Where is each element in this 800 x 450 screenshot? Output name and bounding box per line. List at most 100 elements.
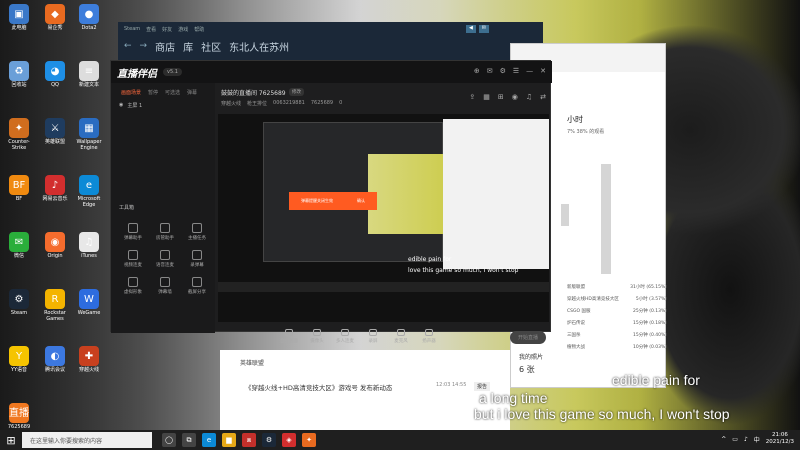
desktop-icon[interactable]: e Microsoft Edge — [72, 175, 106, 208]
desktop-icon[interactable]: ⚙ Steam — [2, 289, 36, 317]
minimize-icon[interactable]: — — [526, 67, 533, 75]
bell-icon[interactable]: ♫ — [526, 93, 532, 101]
desktop-icon[interactable]: W WeGame — [72, 289, 106, 317]
ime-icon[interactable]: 中 — [754, 435, 760, 444]
version-badge[interactable]: v5.1 — [163, 68, 182, 76]
tab-danmaku[interactable]: 弹幕 — [187, 89, 197, 96]
record-button[interactable]: 录屏 — [361, 327, 385, 353]
stats-row[interactable]: 植物大战 10分钟 (0.03%) — [567, 344, 667, 356]
tool-item[interactable]: 语音连麦 — [149, 250, 181, 268]
steam-menu-item[interactable]: 查看 — [146, 26, 156, 33]
taskbar-app-icon[interactable]: ⧈ — [242, 433, 256, 447]
swap-icon[interactable]: ⇄ — [540, 93, 546, 101]
stats-row[interactable]: 三国杀 15分钟 (0.40%) — [567, 332, 667, 344]
tool-item[interactable]: 截屏分享 — [181, 277, 213, 295]
stats-row[interactable]: 炉石传说 15分钟 (0.18%) — [567, 320, 667, 332]
feed-post[interactable]: 《穿越火线+HD高清竞技大区》游戏号 发布新动态 — [245, 382, 392, 392]
desktop-icon[interactable]: 直播 7625689 — [2, 403, 36, 431]
layout-icon[interactable]: ▦ — [483, 93, 490, 101]
taskbar-search-input[interactable]: 在这里输入你要搜索的内容 — [22, 432, 152, 448]
back-arrow-icon[interactable]: ← — [124, 41, 132, 51]
desktop-icon[interactable]: ♫ iTunes — [72, 232, 106, 260]
eye-icon[interactable]: ◉ — [119, 102, 123, 109]
tray-expand-icon[interactable]: ^ — [721, 436, 726, 443]
steam-username[interactable]: 东北人在苏州 — [229, 39, 289, 54]
desktop-icon[interactable]: ≡ 新建文本 — [72, 61, 106, 89]
microphone-button[interactable]: 麦克风 — [389, 327, 413, 353]
desktop-icon[interactable]: ▣ 此电脑 — [2, 4, 36, 32]
avatar-icon[interactable]: ⊕ — [474, 67, 480, 75]
steam-menu-item[interactable]: Steam — [124, 26, 140, 32]
camera-button[interactable]: 摄像头 — [305, 327, 329, 353]
windows-start-icon[interactable]: ⊞ — [0, 430, 22, 450]
desktop-icon[interactable]: ◉ Origin — [38, 232, 72, 260]
desktop-icon[interactable]: ♪ 网易云音乐 — [38, 175, 72, 203]
desktop-icon[interactable]: ✉ 微信 — [2, 232, 36, 260]
taskbar-app-icon[interactable]: ◯ — [162, 433, 176, 447]
volume-icon[interactable]: ♪ — [744, 436, 748, 443]
desktop-icon[interactable]: ◕ QQ — [38, 61, 72, 89]
tab-pause[interactable]: 暂停 — [148, 89, 158, 96]
steam-menu-item[interactable]: 帮助 — [194, 26, 204, 33]
stream-preview[interactable]: 弹幕提醒关闭生效 确认 edible pain for love this ga… — [218, 114, 549, 322]
desktop-icon[interactable]: ✦ Counter-Strike — [2, 118, 36, 151]
tool-item[interactable]: 弹幕墙 — [149, 277, 181, 295]
desktop-icon[interactable]: ⚔ 英雄联盟 — [38, 118, 72, 146]
start-live-button[interactable]: 开始直播 — [510, 331, 546, 344]
menu-icon[interactable]: ☰ — [513, 67, 519, 75]
share-icon[interactable]: ⇪ — [469, 93, 475, 101]
taskbar-app-icon[interactable]: ⚙ — [262, 433, 276, 447]
tab-scene[interactable]: 画面场景 — [121, 89, 141, 96]
tool-item[interactable]: 视频连麦 — [117, 250, 149, 268]
desktop-icon[interactable]: Y YY语音 — [2, 346, 36, 374]
stats-row[interactable]: 穿越火线HD高清竞技大区 5小时 (3.57%) — [567, 296, 667, 308]
tab-optional[interactable]: 可选选 — [165, 89, 180, 96]
live-screen-button[interactable]: 直播画面 — [277, 327, 301, 353]
desktop-icon[interactable]: ✚ 穿越火线 — [72, 346, 106, 374]
close-icon[interactable]: ✕ — [540, 67, 546, 75]
taskbar-app-icon[interactable]: ✦ — [302, 433, 316, 447]
mail-icon[interactable]: ✉ — [487, 67, 493, 75]
clock[interactable]: 21:06 2021/12/3 — [766, 432, 794, 446]
record-icon[interactable]: ◉ — [512, 93, 518, 101]
tool-item[interactable]: 房管助手 — [149, 223, 181, 241]
game-mode[interactable]: 枪王排位 — [247, 100, 267, 107]
tool-item[interactable]: 虚拟形象 — [117, 277, 149, 295]
stats-row[interactable]: 新版联盟 31小时 (65.15%) — [567, 284, 667, 296]
stats-row[interactable]: CSGO 国服 25分钟 (0.13%) — [567, 308, 667, 320]
tab-library[interactable]: 库 — [183, 39, 193, 54]
game-category[interactable]: 穿越火线 — [221, 100, 241, 107]
taskbar-app-icon[interactable]: e — [202, 433, 216, 447]
photos-section[interactable]: 我的照片 6 张 — [519, 352, 543, 375]
feed-tag[interactable]: 英雄联盟 — [240, 358, 264, 367]
multi-link-button[interactable]: 多人连麦 — [333, 327, 357, 353]
desktop-icon[interactable]: R Rockstar Games — [38, 289, 72, 322]
desktop-icon[interactable]: ◐ 腾讯会议 — [38, 346, 72, 374]
steam-menu-item[interactable]: 游戏 — [178, 26, 188, 33]
desktop-icon[interactable]: ◆ 易企秀 — [38, 4, 72, 32]
desktop-icon[interactable]: ♻ 回收站 — [2, 61, 36, 89]
battery-icon[interactable]: ▭ — [732, 436, 738, 443]
tool-item[interactable]: 录弹幕 — [181, 250, 213, 268]
steam-notification-button[interactable]: ◀ — [465, 25, 476, 33]
speaker-button[interactable]: 扬声器 — [417, 327, 441, 353]
tool-item[interactable]: 主播任务 — [181, 223, 213, 241]
app-icon: ♫ — [79, 232, 99, 252]
tab-community[interactable]: 社区 — [201, 39, 221, 54]
taskbar-app-icon[interactable]: ◈ — [282, 433, 296, 447]
desktop-icon[interactable]: BF BF — [2, 175, 36, 203]
edit-room-button[interactable]: 修改 — [289, 88, 304, 96]
desktop-icon-label: Rockstar Games — [44, 310, 66, 322]
forward-arrow-icon[interactable]: → — [140, 41, 148, 51]
tab-store[interactable]: 商店 — [155, 39, 175, 54]
desktop-icon[interactable]: ▦ Wallpaper Engine — [72, 118, 106, 151]
tool-item[interactable]: 弹幕助手 — [117, 223, 149, 241]
desktop-icon[interactable]: ● Dota2 — [72, 4, 106, 32]
grid-icon[interactable]: ⊞ — [498, 93, 504, 101]
scene-item[interactable]: ◉ 主屏 1 — [111, 96, 215, 109]
steam-mail-button[interactable]: ✉ — [478, 25, 489, 33]
taskbar-app-icon[interactable]: ⧉ — [182, 433, 196, 447]
settings-icon[interactable]: ⚙ — [500, 67, 506, 75]
taskbar-app-icon[interactable]: ▆ — [222, 433, 236, 447]
steam-menu-item[interactable]: 好友 — [162, 26, 172, 33]
